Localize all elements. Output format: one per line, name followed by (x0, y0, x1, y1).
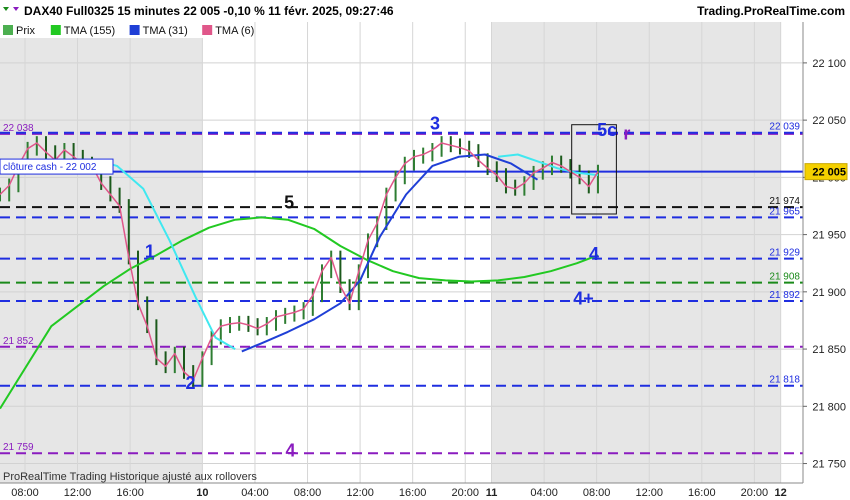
level-label: 21 929 (769, 248, 800, 259)
legend-swatch (3, 25, 13, 35)
level-label: 21 892 (769, 290, 800, 301)
level-label: 21 908 (769, 272, 800, 283)
x-tick-label: 12:00 (64, 487, 92, 499)
x-tick-label: 16:00 (688, 487, 716, 499)
level-label: 21 759 (3, 442, 34, 453)
legend-label: Prix (16, 25, 35, 37)
legend: Prix TMA (155) TMA (31) TMA (6) (0, 22, 254, 38)
legend-label: TMA (31) (143, 25, 188, 37)
chart-background (0, 22, 803, 483)
x-tick-label: 16:00 (116, 487, 144, 499)
x-tick-label: 20:00 (451, 487, 479, 499)
price-chart: 22 038 22 03921 97421 96521 92921 90821 8… (0, 0, 850, 500)
legend-swatch (202, 25, 213, 35)
legend-label: TMA (6) (215, 25, 254, 37)
session-shade (0, 22, 203, 483)
wave-annotation: 5c (597, 120, 617, 140)
chart-header: DAX40 Full0325 15 minutes 22 005 -0,10 %… (0, 0, 850, 22)
wave-annotation: 4+ (573, 288, 594, 308)
x-tick-label: 08:00 (294, 487, 322, 499)
wave-annotation: 4 (589, 244, 599, 264)
x-tick-label: 10 (196, 487, 208, 499)
footer-note: ProRealTime Trading Historique ajusté au… (3, 471, 257, 483)
legend-box (0, 22, 250, 38)
x-tick-label: 04:00 (530, 487, 558, 499)
wave-annotation: 1 (145, 241, 155, 261)
y-tick-label: 22 100 (812, 58, 846, 70)
wave-annotation: 2 (186, 373, 196, 393)
current-price-label: 22 005 (812, 167, 846, 179)
x-tick-label: 16:00 (399, 487, 427, 499)
y-tick-label: 22 050 (812, 115, 846, 127)
cloture-label: clôture cash - 22 002 (0, 158, 114, 175)
legend-label: TMA (155) (64, 25, 115, 37)
y-tick-label: 21 800 (812, 401, 846, 413)
y-axis-area (803, 22, 850, 500)
wave-annotation: 3 (430, 113, 440, 133)
x-tick-label: 04:00 (241, 487, 269, 499)
y-tick-label: 21 950 (812, 230, 846, 242)
wave-annotation: r (623, 124, 630, 144)
wave-annotation: 5 (284, 192, 294, 212)
level-label: 21 852 (3, 336, 34, 347)
brand-label: Trading.ProRealTime.com (697, 4, 845, 18)
x-tick-label: 11 (486, 487, 498, 499)
x-tick-label: 08:00 (11, 487, 39, 499)
chart-title: DAX40 Full0325 15 minutes 22 005 -0,10 %… (24, 4, 394, 18)
session-shade (491, 22, 781, 483)
y-tick-label: 21 850 (812, 344, 846, 356)
x-tick-label: 12 (775, 487, 787, 499)
cloture-text: clôture cash - 22 002 (3, 162, 97, 173)
legend-swatch (50, 25, 61, 35)
wave-annotation: 4 (285, 441, 295, 461)
x-tick-label: 08:00 (583, 487, 611, 499)
x-tick-label: 12:00 (635, 487, 663, 499)
x-tick-label: 20:00 (741, 487, 769, 499)
x-tick-label: 12:00 (346, 487, 374, 499)
level-label: 21 818 (769, 375, 800, 386)
y-tick-label: 21 900 (812, 287, 846, 299)
legend-swatch (129, 25, 140, 35)
y-tick-label: 21 750 (812, 459, 846, 471)
level-label: 22 039 (769, 122, 800, 133)
level-label: 21 965 (769, 206, 800, 217)
